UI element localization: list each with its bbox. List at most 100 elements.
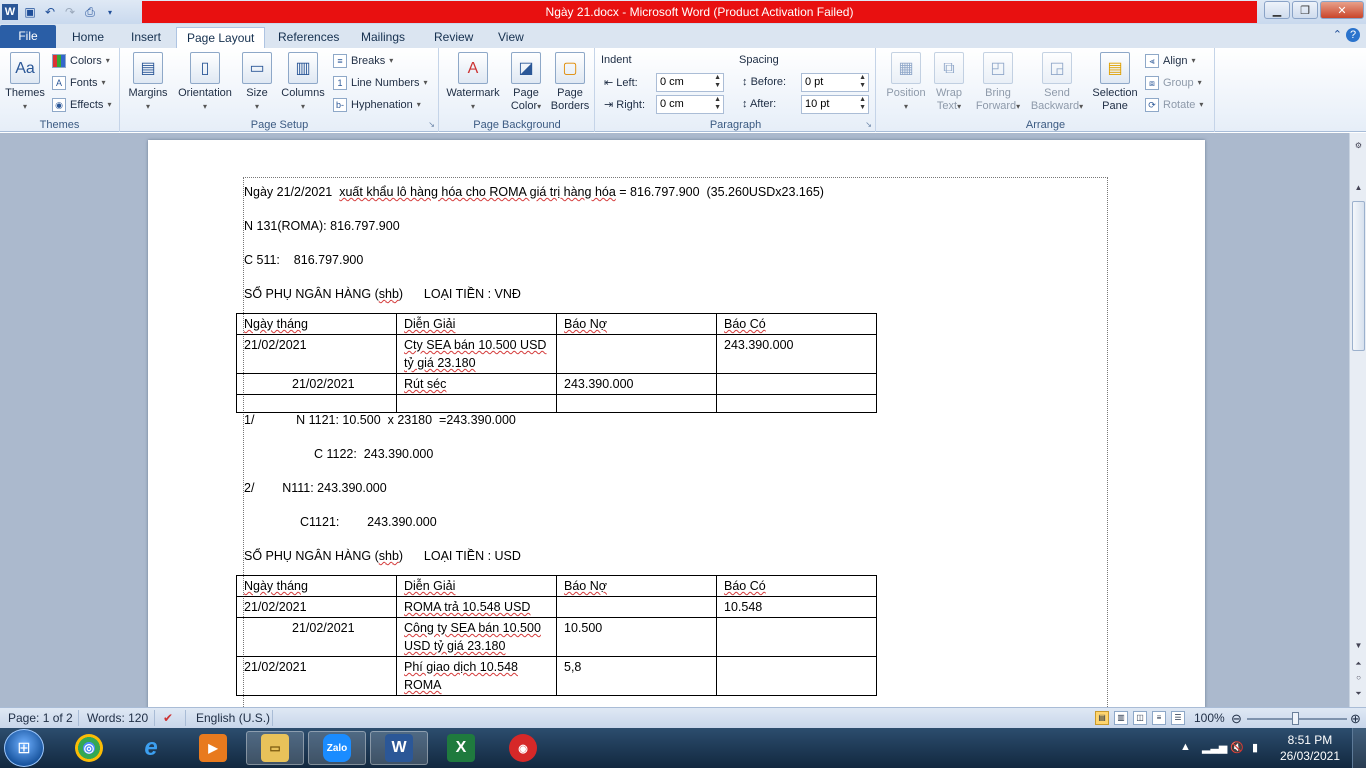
send-backward-button[interactable]: ◲ Send Backward▾ <box>1027 52 1087 113</box>
previous-page-icon[interactable]: ⏶ <box>1352 659 1365 672</box>
table-cell[interactable]: ROMA trả 10.548 USD <box>396 596 557 618</box>
undo-icon[interactable]: ↶ <box>42 4 58 20</box>
spinner-icon[interactable]: ▲ ▼ <box>714 74 721 90</box>
tab-view[interactable]: View <box>488 27 534 48</box>
full-screen-reading-icon[interactable]: ▥ <box>1114 711 1128 725</box>
taskbar-app-word[interactable]: W <box>370 731 428 765</box>
show-hidden-icons-icon[interactable]: ▲ <box>1180 741 1191 753</box>
table-header-cell[interactable]: Ngày tháng <box>236 313 397 335</box>
tab-file[interactable]: File <box>0 25 56 48</box>
table-header-cell[interactable]: Báo Có <box>716 575 877 597</box>
word-logo-icon[interactable]: W <box>2 4 18 20</box>
table-cell[interactable]: 243.390.000 <box>556 373 717 395</box>
tab-review[interactable]: Review <box>424 27 483 48</box>
table-usd[interactable]: Ngày tháng Diễn Giải Báo Nợ Báo Có 21/02… <box>236 575 877 696</box>
select-browse-object-icon[interactable]: ○ <box>1352 673 1365 686</box>
tab-references[interactable]: References <box>268 27 349 48</box>
table-cell[interactable] <box>716 394 877 413</box>
customize-qat-icon[interactable]: ▾ <box>102 4 118 20</box>
hyphenation-button[interactable]: b- Hyphenation ▾ <box>333 96 421 114</box>
orientation-button[interactable]: ▯ Orientation ▾ <box>173 52 237 113</box>
taskbar-app-chrome[interactable]: ◎ <box>60 731 118 765</box>
align-button[interactable]: ⫷ Align ▾ <box>1145 52 1195 70</box>
zoom-in-icon[interactable]: ⊕ <box>1350 711 1361 727</box>
page-borders-button[interactable]: ▢ Page Borders <box>548 52 592 113</box>
position-button[interactable]: ▦ Position ▾ <box>881 52 931 113</box>
minimize-ribbon-icon[interactable]: ⌃ <box>1333 28 1342 41</box>
spacing-after-field[interactable]: 10 pt ▲ ▼ <box>801 95 869 114</box>
table-cell[interactable] <box>716 656 877 696</box>
show-desktop-button[interactable] <box>1352 728 1366 768</box>
table-cell[interactable] <box>716 373 877 395</box>
ruler-toggle-icon[interactable]: ⚙ <box>1352 141 1365 154</box>
volume-muted-icon[interactable]: 🔇 <box>1230 741 1244 754</box>
paragraph-launcher-icon[interactable]: ↘ <box>865 120 872 129</box>
print-preview-icon[interactable]: ⎙ <box>82 4 98 20</box>
doc-line-2[interactable]: N 131(ROMA): 816.797.900 <box>244 219 400 233</box>
proofing-icon[interactable]: ✔ <box>163 711 173 725</box>
tab-home[interactable]: Home <box>62 27 114 48</box>
web-layout-icon[interactable]: ◫ <box>1133 711 1147 725</box>
page-color-button[interactable]: ◪ Page Color▾ <box>506 52 546 113</box>
watermark-button[interactable]: A Watermark ▾ <box>442 52 504 113</box>
page-setup-launcher-icon[interactable]: ↘ <box>428 120 435 129</box>
line-numbers-button[interactable]: 1 Line Numbers ▾ <box>333 74 428 92</box>
tab-insert[interactable]: Insert <box>121 27 171 48</box>
fonts-button[interactable]: A Fonts ▾ <box>52 74 106 92</box>
size-button[interactable]: ▭ Size ▾ <box>239 52 275 113</box>
table-cell[interactable]: 21/02/2021 <box>236 373 397 395</box>
draft-icon[interactable]: ☰ <box>1171 711 1185 725</box>
colors-button[interactable]: Colors ▾ <box>52 52 110 70</box>
doc-line-7[interactable]: 2/ N111: 243.390.000 <box>244 481 387 495</box>
word-count[interactable]: Words: 120 <box>87 711 148 725</box>
table-header-cell[interactable]: Báo Có <box>716 313 877 335</box>
tab-mailings[interactable]: Mailings <box>351 27 415 48</box>
scroll-thumb[interactable] <box>1352 201 1365 351</box>
network-icon[interactable]: ▂▃▅ <box>1202 741 1227 754</box>
restore-button[interactable]: ❐ <box>1292 1 1318 19</box>
doc-line-9[interactable]: SỔ PHỤ NGÂN HÀNG (shb) LOẠI TIỀN : USD <box>244 549 521 563</box>
table-cell[interactable] <box>556 596 717 618</box>
minimize-button[interactable]: ▁ <box>1264 1 1290 19</box>
doc-line-5[interactable]: 1/ N 1121: 10.500 x 23180 =243.390.000 <box>244 413 516 427</box>
table-cell[interactable]: Rút séc <box>396 373 557 395</box>
margins-button[interactable]: ▤ Margins ▾ <box>125 52 171 113</box>
columns-button[interactable]: ▥ Columns ▾ <box>277 52 329 113</box>
table-cell[interactable] <box>236 394 397 413</box>
table-cell[interactable]: 21/02/2021 <box>236 656 397 696</box>
rotate-button[interactable]: ⟳ Rotate ▾ <box>1145 96 1203 114</box>
selection-pane-button[interactable]: ▤ Selection Pane <box>1089 52 1141 113</box>
table-cell[interactable]: 5,8 <box>556 656 717 696</box>
doc-line-3[interactable]: C 511: 816.797.900 <box>244 253 363 267</box>
zoom-out-icon[interactable]: ⊖ <box>1231 711 1242 727</box>
table-header-cell[interactable]: Ngày tháng <box>236 575 397 597</box>
spacing-before-field[interactable]: 0 pt ▲ ▼ <box>801 73 869 92</box>
table-cell[interactable] <box>716 617 877 657</box>
redo-icon[interactable]: ↷ <box>62 4 78 20</box>
page-count[interactable]: Page: 1 of 2 <box>8 711 73 725</box>
help-icon[interactable]: ? <box>1346 28 1360 42</box>
tab-page-layout[interactable]: Page Layout <box>176 27 266 48</box>
themes-button[interactable]: Aa Themes ▾ <box>4 52 46 113</box>
table-cell[interactable] <box>396 394 557 413</box>
taskbar-app-media-player[interactable]: ▶ <box>184 731 242 765</box>
close-button[interactable]: ✕ <box>1320 1 1364 19</box>
vertical-scrollbar[interactable]: ⚙ ▲ ▼ ⏶ ○ ⏷ <box>1349 133 1366 707</box>
table-cell[interactable]: Cty SEA bán 10.500 USD tỷ giá 23.180 <box>396 334 557 374</box>
outline-icon[interactable]: ≡ <box>1152 711 1166 725</box>
clock[interactable]: 8:51 PM 26/03/2021 <box>1280 732 1340 764</box>
taskbar-app-excel[interactable]: X <box>432 731 490 765</box>
document-page[interactable]: Ngày 21/2/2021 xuất khẩu lô hàng hóa cho… <box>148 140 1205 707</box>
indent-left-field[interactable]: 0 cm ▲ ▼ <box>656 73 724 92</box>
taskbar-app-file-explorer[interactable]: ▭ <box>246 731 304 765</box>
start-button[interactable]: ⊞ <box>4 729 44 767</box>
taskbar-app-other[interactable]: ◉ <box>494 731 552 765</box>
table-header-cell[interactable]: Diễn Giải <box>396 313 557 335</box>
zoom-slider-handle[interactable] <box>1292 712 1299 725</box>
table-cell[interactable]: 243.390.000 <box>716 334 877 374</box>
spinner-icon[interactable]: ▲ ▼ <box>714 96 721 112</box>
doc-line-4[interactable]: SỔ PHỤ NGÂN HÀNG (shb) LOẠI TIỀN : VNĐ <box>244 287 521 301</box>
language[interactable]: English (U.S.) <box>196 711 270 725</box>
table-header-cell[interactable]: Báo Nợ <box>556 313 717 335</box>
table-cell[interactable]: Công ty SEA bán 10.500 USD tỷ giá 23.180 <box>396 617 557 657</box>
